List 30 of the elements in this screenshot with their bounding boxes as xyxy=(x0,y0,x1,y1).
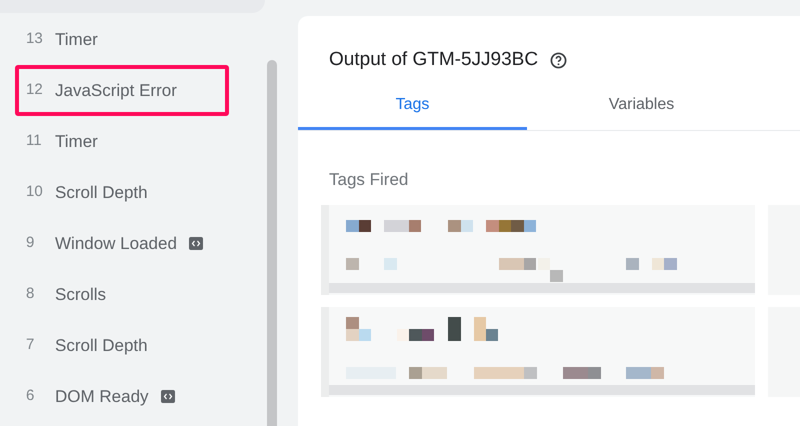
event-name: Scroll Depth xyxy=(55,334,148,357)
panel-title: Output of GTM-5JJ93BC xyxy=(329,48,538,72)
event-item[interactable]: 7 Scroll Depth xyxy=(15,320,229,371)
event-name: Scrolls xyxy=(55,284,106,306)
event-name: Timer xyxy=(55,130,98,153)
event-item[interactable]: 6 DOM Ready xyxy=(15,371,229,422)
event-item[interactable]: 9 Window Loaded xyxy=(15,218,229,269)
event-item[interactable]: 12 JavaScript Error xyxy=(15,65,229,116)
event-item[interactable]: 13 Timer xyxy=(15,14,229,65)
section-title: Tags Fired xyxy=(328,169,410,191)
event-name: Scroll Depth xyxy=(55,182,148,204)
event-number: 11 xyxy=(26,131,43,152)
event-item[interactable]: 11 Timer xyxy=(15,116,229,167)
tab[interactable]: Variables xyxy=(527,82,756,130)
event-number: 6 xyxy=(26,386,36,406)
event-number: 12 xyxy=(26,80,44,100)
event-number: 9 xyxy=(26,233,36,254)
event-name: Window Loaded xyxy=(55,232,177,255)
event-name: Timer xyxy=(55,28,98,51)
event-item[interactable]: 8 Scrolls xyxy=(15,269,229,320)
event-number: 8 xyxy=(26,284,36,304)
event-number: 10 xyxy=(26,182,44,202)
tab[interactable]: Tags xyxy=(298,82,527,130)
event-name: JavaScript Error xyxy=(55,80,177,102)
event-name: DOM Ready xyxy=(55,386,149,408)
event-item[interactable]: 10 Scroll Depth xyxy=(15,167,229,218)
scrollbar[interactable] xyxy=(267,60,277,426)
event-number: 13 xyxy=(26,29,44,50)
help-icon[interactable] xyxy=(550,52,568,69)
event-number: 7 xyxy=(26,335,36,356)
